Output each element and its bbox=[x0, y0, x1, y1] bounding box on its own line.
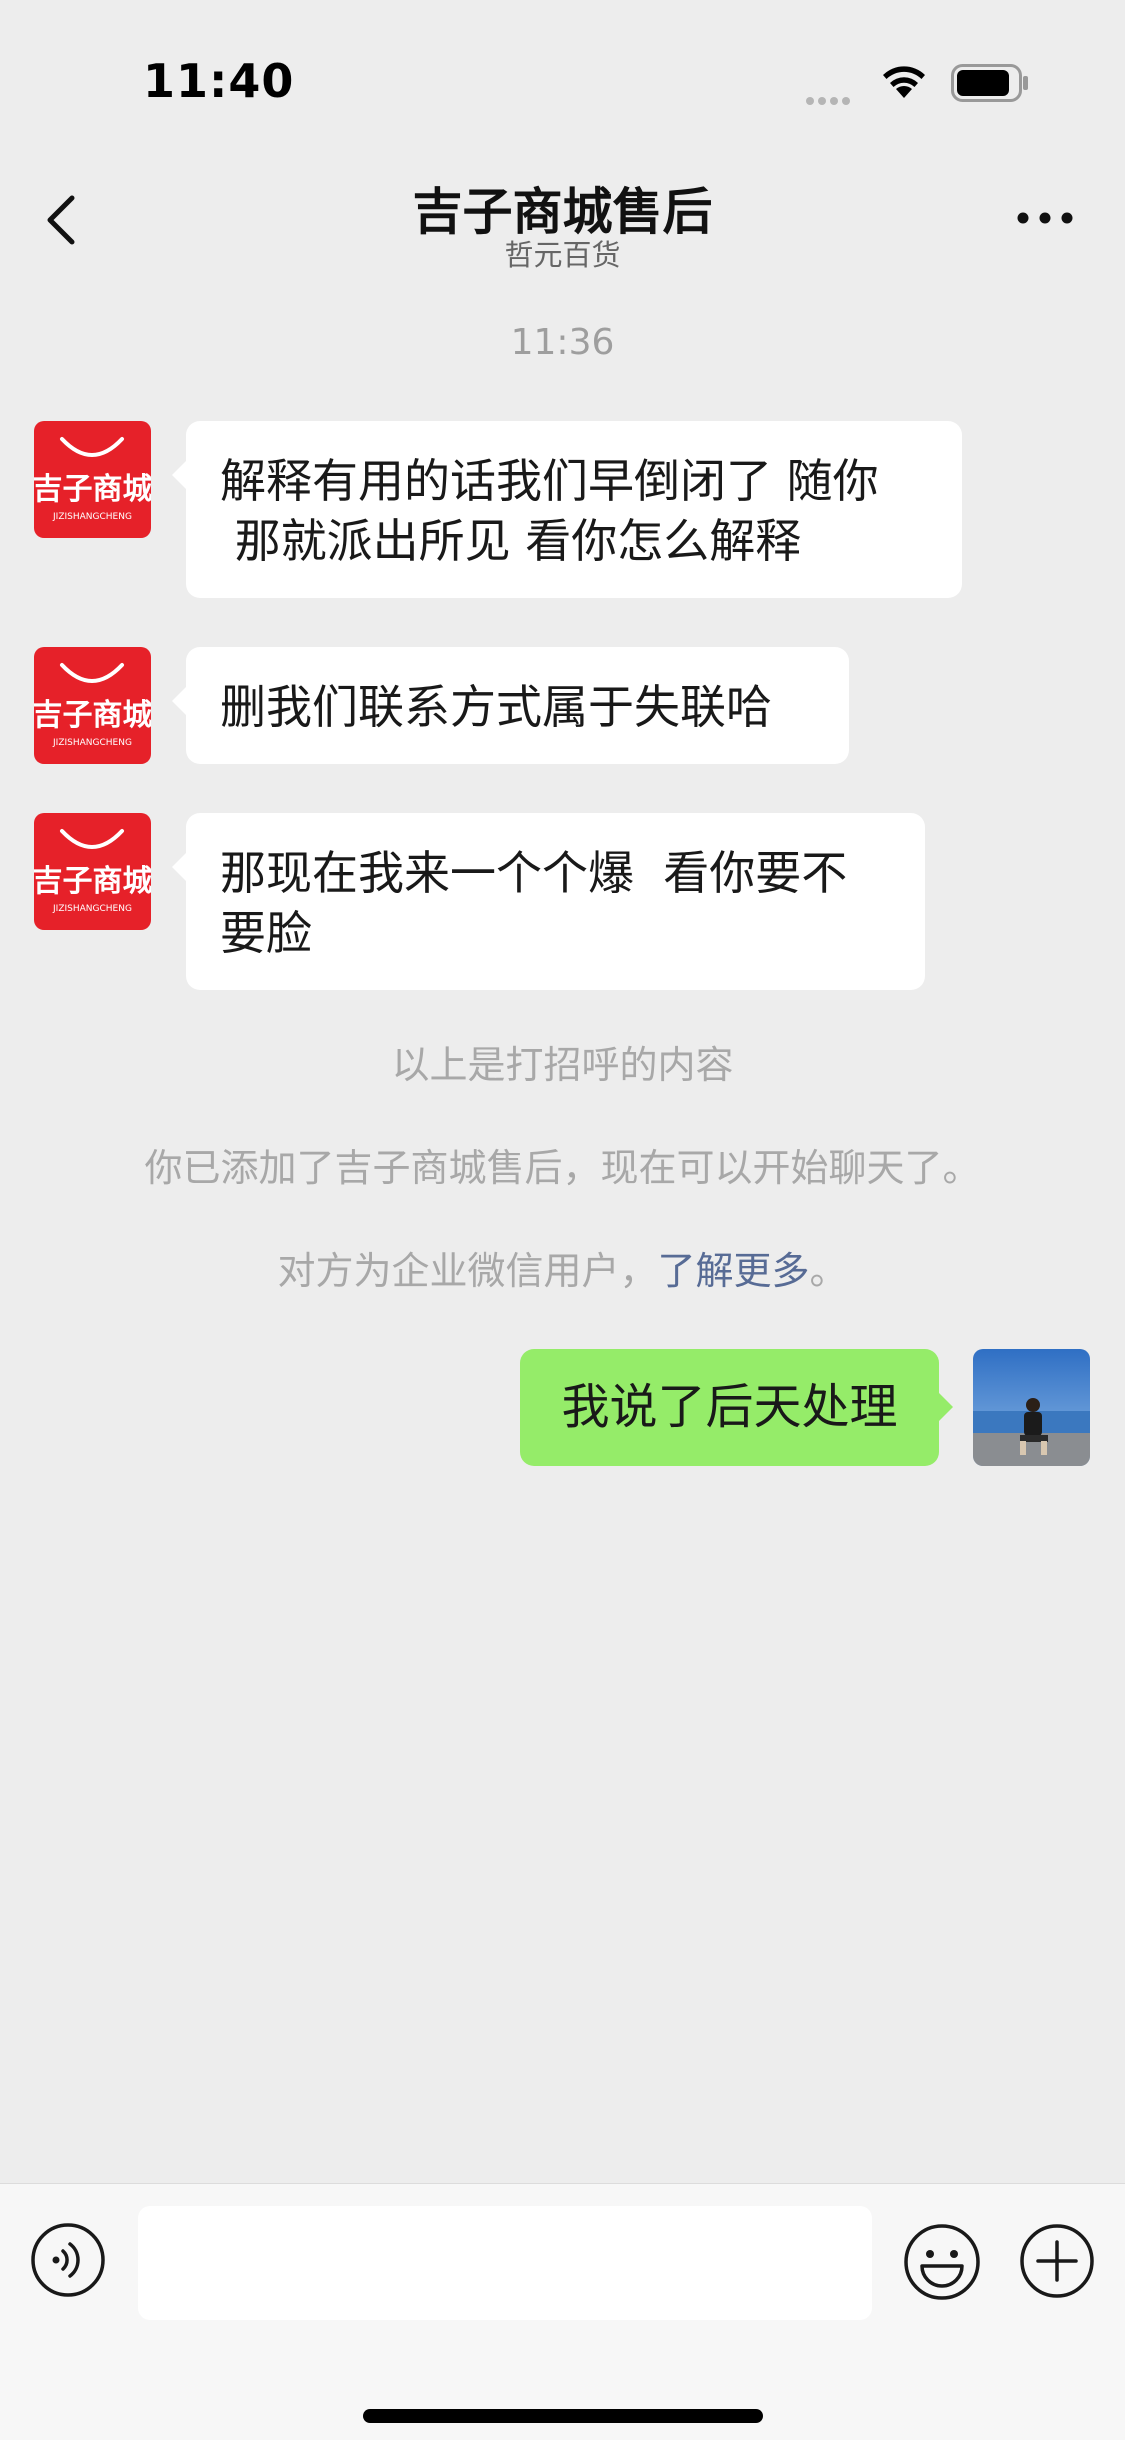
logo-text: 吉子商城 bbox=[34, 864, 151, 899]
chat-subtitle: 哲元百货 bbox=[504, 238, 621, 272]
incoming-message[interactable]: 删我们联系方式属于失联哈 bbox=[172, 647, 849, 764]
logo-text: 吉子商城 bbox=[34, 698, 151, 733]
wecom-note-prefix: 对方为企业微信用户， bbox=[277, 1249, 658, 1293]
message-text-line: 要脸 bbox=[220, 906, 312, 960]
outgoing-message[interactable]: 我说了后天处理 bbox=[520, 1349, 953, 1466]
status-time: 11:40 bbox=[143, 54, 295, 108]
wecom-note: 对方为企业微信用户，了解更多。 bbox=[0, 1240, 1125, 1295]
message-text-line: 删我们联系方式属于失联哈 bbox=[220, 680, 772, 734]
more-icon[interactable] bbox=[1015, 208, 1075, 228]
plus-icon[interactable] bbox=[1018, 2222, 1096, 2300]
wecom-note-suffix: 。 bbox=[809, 1249, 848, 1293]
battery-icon bbox=[951, 64, 1028, 102]
status-bar: 11:40 bbox=[0, 0, 1125, 160]
logo-text: 吉子商城 bbox=[34, 472, 151, 507]
contact-avatar[interactable]: 吉子商城 JIZISHANGCHENG bbox=[34, 647, 151, 764]
added-note: 你已添加了吉子商城售后，现在可以开始聊天了。 bbox=[144, 1146, 981, 1190]
contact-avatar[interactable]: 吉子商城 JIZISHANGCHENG bbox=[34, 813, 151, 930]
signal-dots-icon bbox=[806, 90, 854, 109]
shop-logo-icon: 吉子商城 JIZISHANGCHENG bbox=[34, 813, 151, 930]
emoji-icon[interactable] bbox=[902, 2222, 982, 2302]
home-indicator bbox=[363, 2409, 763, 2423]
incoming-message[interactable]: 那现在我来一个个爆 看你要不 要脸 bbox=[172, 813, 925, 990]
shop-logo-icon: 吉子商城 JIZISHANGCHENG bbox=[34, 647, 151, 764]
message-text-line: 那现在我来一个个爆 看你要不 bbox=[220, 846, 848, 900]
nav-bar: 吉子商城售后 哲元百货 bbox=[0, 160, 1125, 280]
contact-avatar[interactable]: 吉子商城 JIZISHANGCHENG bbox=[34, 421, 151, 538]
shop-logo-icon: 吉子商城 JIZISHANGCHENG bbox=[34, 421, 151, 538]
input-bar bbox=[0, 2183, 1125, 2440]
wifi-icon bbox=[883, 66, 925, 98]
message-input[interactable] bbox=[138, 2206, 872, 2320]
logo-subtext: JIZISHANGCHENG bbox=[52, 512, 132, 522]
message-timestamp: 11:36 bbox=[510, 322, 615, 363]
avatar-photo bbox=[973, 1349, 1090, 1466]
voice-icon[interactable] bbox=[30, 2222, 106, 2298]
message-text-line: 那就派出所见 看你怎么解释 bbox=[220, 514, 802, 568]
message-text: 我说了后天处理 bbox=[561, 1379, 898, 1435]
greeting-note: 以上是打招呼的内容 bbox=[391, 1043, 734, 1087]
logo-subtext: JIZISHANGCHENG bbox=[52, 738, 132, 748]
my-avatar[interactable] bbox=[973, 1349, 1090, 1466]
logo-subtext: JIZISHANGCHENG bbox=[52, 904, 132, 914]
message-text-line: 解释有用的话我们早倒闭了 随你 bbox=[220, 454, 879, 508]
learn-more-link[interactable]: 了解更多 bbox=[657, 1249, 809, 1293]
incoming-message[interactable]: 解释有用的话我们早倒闭了 随你 那就派出所见 看你怎么解释 bbox=[172, 421, 962, 598]
